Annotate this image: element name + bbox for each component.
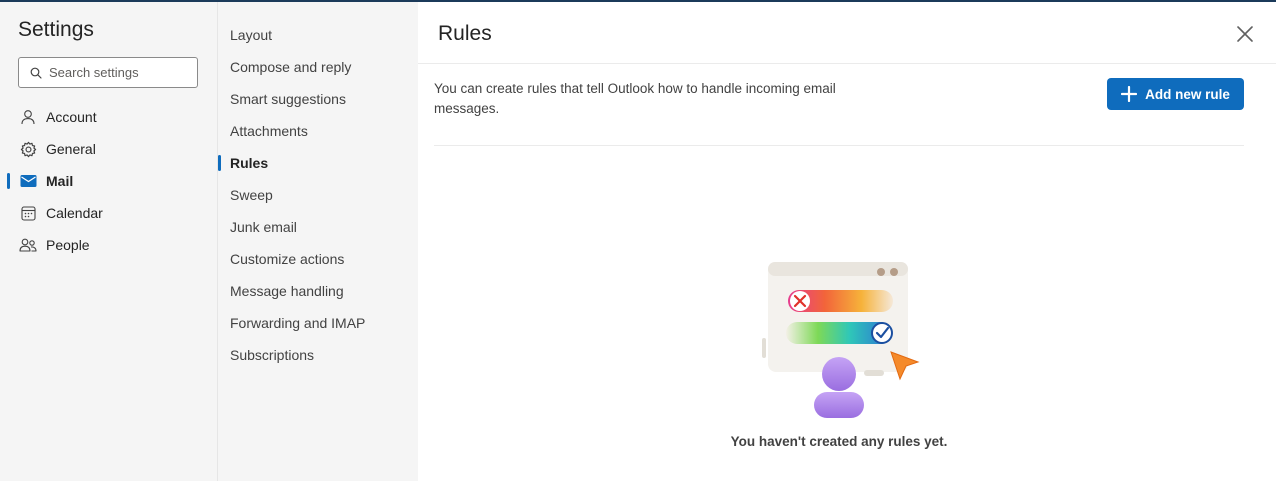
section-layout[interactable]: Layout (218, 19, 418, 51)
settings-title: Settings (18, 18, 94, 41)
mail-sections-list: Layout Compose and reply Smart suggestio… (218, 19, 418, 371)
settings-category-list: Account General Mail Calendar People (0, 101, 217, 261)
category-label: People (46, 237, 90, 253)
section-sweep[interactable]: Sweep (218, 179, 418, 211)
empty-rules-illustration (762, 262, 920, 418)
search-settings-input[interactable] (49, 65, 189, 80)
category-mail[interactable]: Mail (0, 165, 217, 197)
add-new-rule-label: Add new rule (1145, 86, 1230, 102)
mail-icon (19, 172, 37, 190)
close-button[interactable] (1232, 21, 1258, 47)
section-forwarding-and-imap[interactable]: Forwarding and IMAP (218, 307, 418, 339)
accepted-rule-bar (786, 322, 893, 344)
search-icon (30, 67, 42, 79)
category-label: Mail (46, 173, 74, 189)
search-settings-box[interactable] (18, 57, 198, 88)
section-customize-actions[interactable]: Customize actions (218, 243, 418, 275)
section-attachments[interactable]: Attachments (218, 115, 418, 147)
section-junk-email[interactable]: Junk email (218, 211, 418, 243)
settings-nav-pane: Settings Account General (0, 2, 217, 481)
content-divider (434, 145, 1244, 146)
category-people[interactable]: People (0, 229, 217, 261)
section-message-handling[interactable]: Message handling (218, 275, 418, 307)
rules-content-pane: Rules You can create rules that tell Out… (418, 2, 1276, 481)
people-icon (19, 236, 37, 254)
plus-icon (1121, 86, 1138, 102)
rules-description: You can create rules that tell Outlook h… (434, 81, 836, 116)
category-account[interactable]: Account (0, 101, 217, 133)
category-calendar[interactable]: Calendar (0, 197, 217, 229)
section-compose-and-reply[interactable]: Compose and reply (218, 51, 418, 83)
section-smart-suggestions[interactable]: Smart suggestions (218, 83, 418, 115)
section-rules[interactable]: Rules (218, 147, 418, 179)
category-label: Calendar (46, 205, 103, 221)
page-title: Rules (438, 22, 492, 45)
category-general[interactable]: General (0, 133, 217, 165)
add-new-rule-button[interactable]: Add new rule (1107, 78, 1244, 110)
header-divider (418, 63, 1276, 64)
mail-sections-pane: Layout Compose and reply Smart suggestio… (217, 2, 418, 481)
gear-icon (19, 140, 37, 158)
close-icon (1237, 26, 1253, 42)
category-label: Account (46, 109, 97, 125)
category-label: General (46, 141, 96, 157)
calendar-icon (19, 204, 37, 222)
section-subscriptions[interactable]: Subscriptions (218, 339, 418, 371)
empty-state-text: You haven't created any rules yet. (730, 434, 948, 449)
rejected-rule-bar (788, 290, 893, 312)
person-icon (19, 108, 37, 126)
